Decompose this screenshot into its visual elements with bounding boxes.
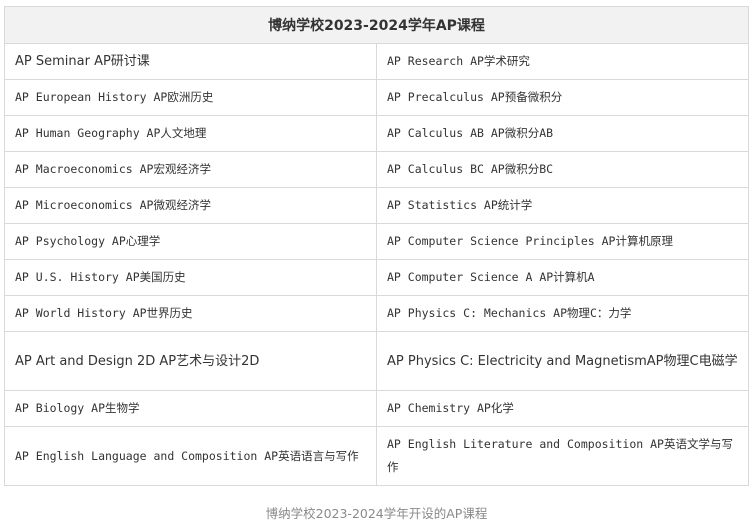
table-row: AP Macroeconomics AP宏观经济学 AP Calculus BC… (4, 151, 749, 188)
table-row: AP European History AP欧洲历史 AP Precalculu… (4, 79, 749, 116)
table-caption: 博纳学校2023-2024学年开设的AP课程 (265, 506, 488, 521)
table-row: AP U.S. History AP美国历史 AP Computer Scien… (4, 259, 749, 296)
course-cell-right: AP Statistics AP统计学 (376, 187, 749, 224)
course-cell-left: AP Macroeconomics AP宏观经济学 (4, 151, 377, 188)
table-row: AP Human Geography AP人文地理 AP Calculus AB… (4, 115, 749, 152)
table-row: AP Biology AP生物学 AP Chemistry AP化学 (4, 390, 749, 427)
course-cell-left: AP Microeconomics AP微观经济学 (4, 187, 377, 224)
course-cell-right: AP Research AP学术研究 (376, 43, 749, 80)
table-row: AP Microeconomics AP微观经济学 AP Statistics … (4, 187, 749, 224)
course-cell-left: AP Human Geography AP人文地理 (4, 115, 377, 152)
ap-course-table: 博纳学校2023-2024学年AP课程 AP Seminar AP研讨课 AP … (4, 6, 749, 486)
course-cell-left: AP Art and Design 2D AP艺术与设计2D (4, 331, 377, 391)
course-cell-right: AP Computer Science A AP计算机A (376, 259, 749, 296)
course-cell-left: AP English Language and Composition AP英语… (4, 426, 377, 486)
course-cell-right: AP English Literature and Composition AP… (376, 426, 749, 486)
table-row: AP Art and Design 2D AP艺术与设计2D AP Physic… (4, 331, 749, 391)
table-row: AP Psychology AP心理学 AP Computer Science … (4, 223, 749, 260)
course-cell-left: AP World History AP世界历史 (4, 295, 377, 332)
course-cell-left: AP U.S. History AP美国历史 (4, 259, 377, 296)
course-cell-left: AP Psychology AP心理学 (4, 223, 377, 260)
course-cell-left: AP European History AP欧洲历史 (4, 79, 377, 116)
table-header-row: 博纳学校2023-2024学年AP课程 (4, 6, 749, 44)
course-cell-left: AP Seminar AP研讨课 (4, 43, 377, 80)
course-cell-right: AP Calculus BC AP微积分BC (376, 151, 749, 188)
table-title: 博纳学校2023-2024学年AP课程 (4, 6, 749, 44)
course-cell-right: AP Precalculus AP预备微积分 (376, 79, 749, 116)
table-row: AP English Language and Composition AP英语… (4, 426, 749, 486)
course-cell-left: AP Biology AP生物学 (4, 390, 377, 427)
table-row: AP World History AP世界历史 AP Physics C: Me… (4, 295, 749, 332)
course-cell-right: AP Physics C: Electricity and MagnetismA… (376, 331, 749, 391)
course-cell-right: AP Computer Science Principles AP计算机原理 (376, 223, 749, 260)
course-cell-right: AP Physics C: Mechanics AP物理C：力学 (376, 295, 749, 332)
course-cell-right: AP Calculus AB AP微积分AB (376, 115, 749, 152)
course-cell-right: AP Chemistry AP化学 (376, 390, 749, 427)
table-row: AP Seminar AP研讨课 AP Research AP学术研究 (4, 43, 749, 80)
